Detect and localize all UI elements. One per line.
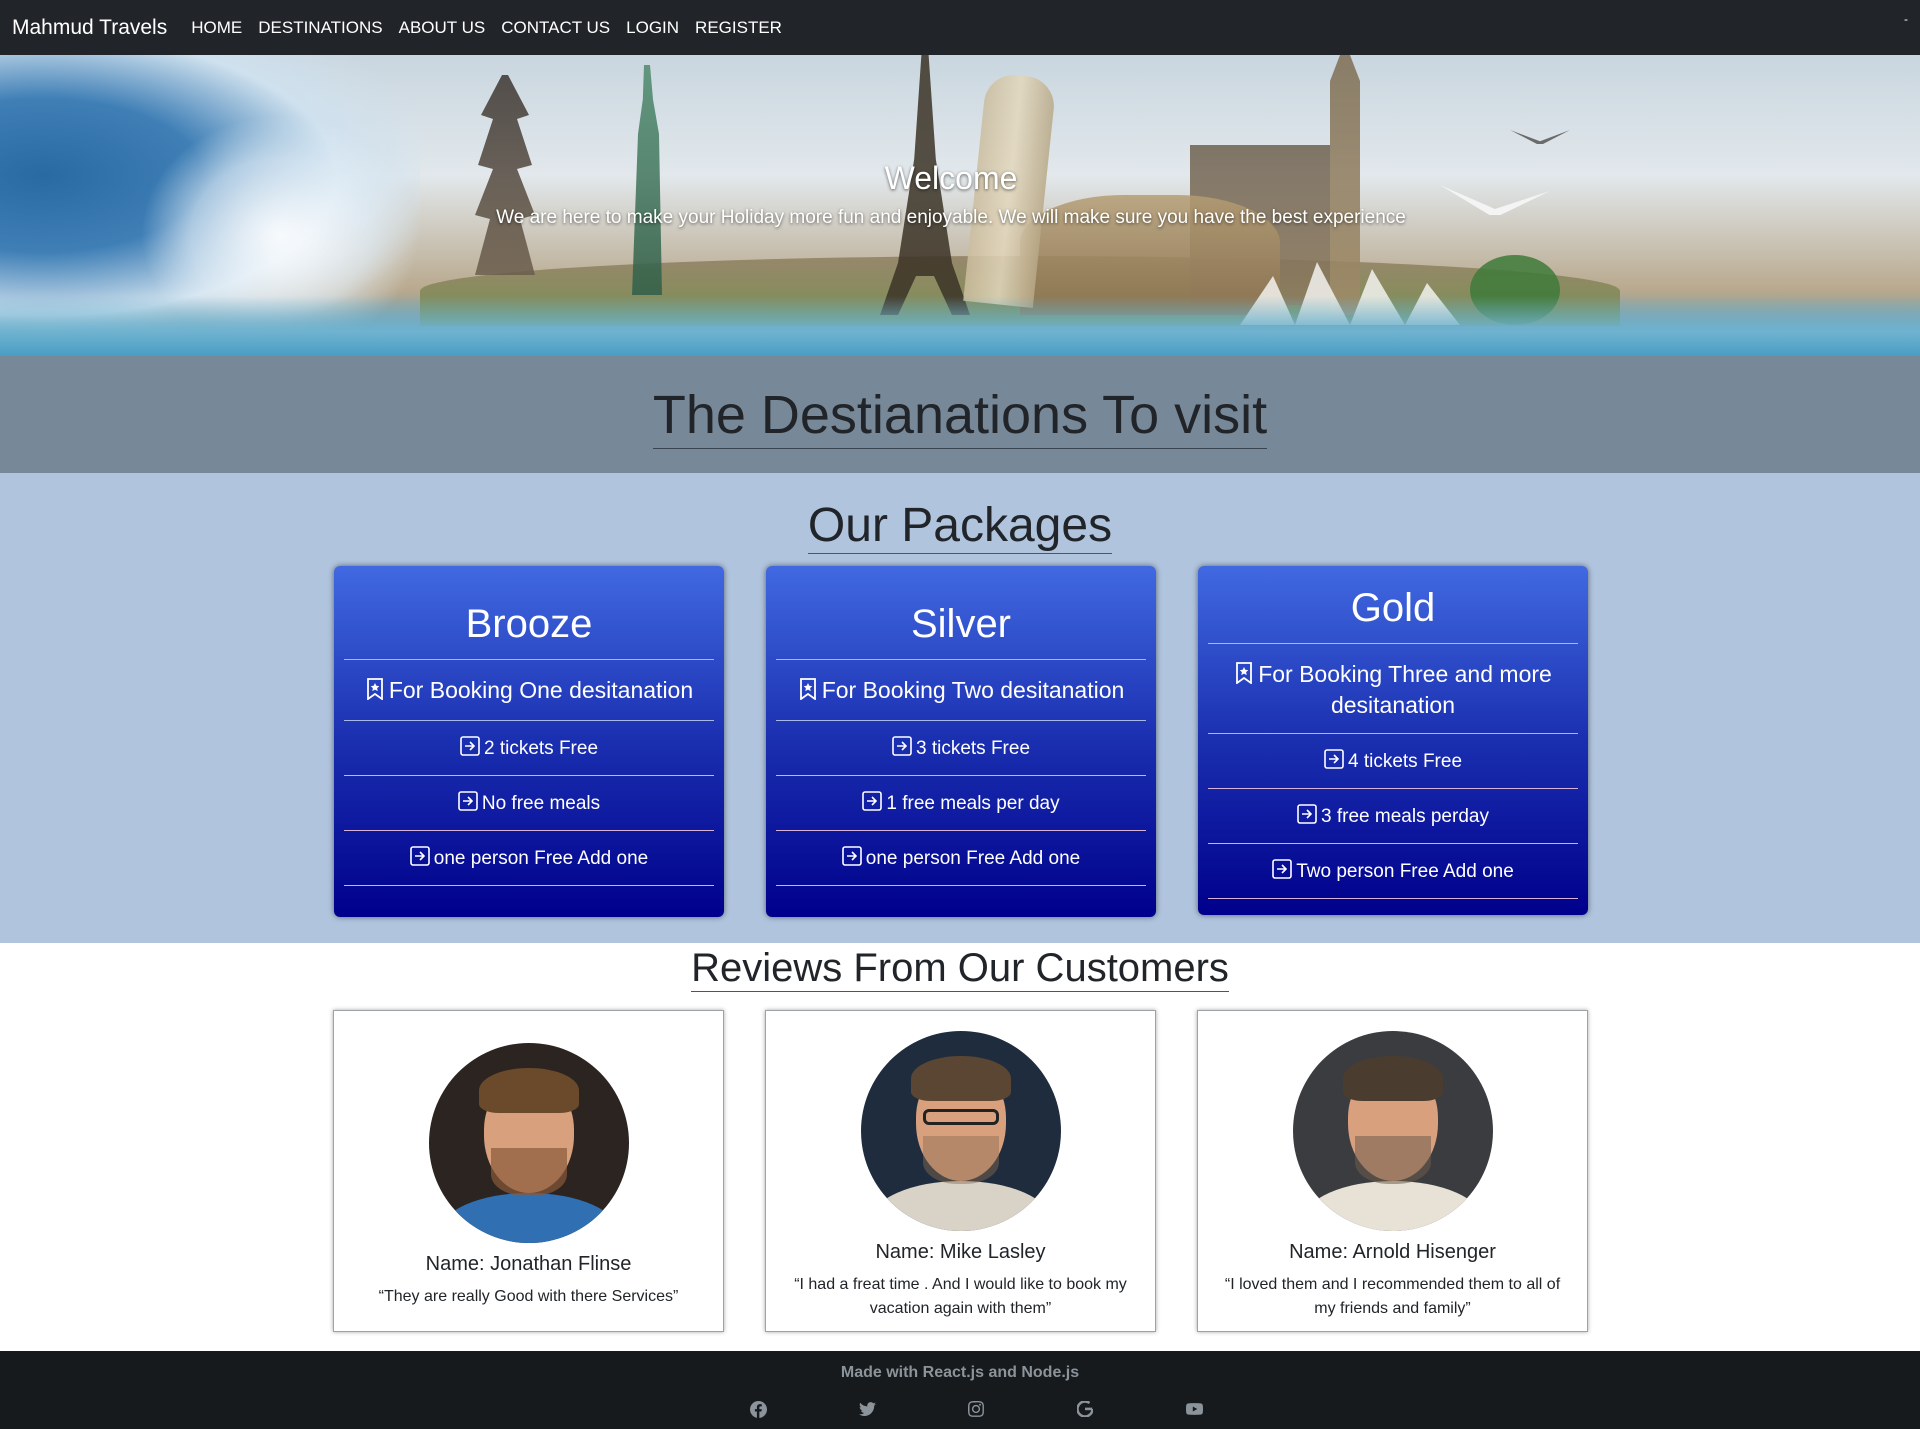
hero-text: Welcome We are here to make your Holiday… bbox=[0, 160, 1902, 229]
package-feature-row: 3 free meals perday bbox=[1208, 789, 1578, 844]
package-booking-row: For Booking Two desitanation bbox=[776, 660, 1146, 721]
package-feature-row: 4 tickets Free bbox=[1208, 734, 1578, 789]
packages-title: Our Packages bbox=[807, 499, 1113, 554]
footer-text: Made with React.js and Node.js bbox=[840, 1364, 1080, 1381]
arrow-box-icon bbox=[892, 735, 912, 762]
package-feature-text: 2 tickets Free bbox=[483, 737, 599, 759]
hero-sea-image bbox=[0, 296, 1920, 356]
package-booking-row: For Booking Three and more desitanation bbox=[1208, 644, 1578, 734]
hero-subtitle: We are here to make your Holiday more fu… bbox=[496, 207, 1406, 228]
package-card-silver: Silver For Booking Two desitanation 3 ti… bbox=[766, 566, 1156, 917]
package-feature-text: No free meals bbox=[481, 792, 601, 814]
package-feature-row: 2 tickets Free bbox=[344, 721, 714, 776]
instagram-icon[interactable] bbox=[966, 1399, 986, 1419]
reviews-section: Reviews From Our Customers Name: Jonatha… bbox=[0, 943, 1920, 1351]
nav-about-us[interactable]: ABOUT US bbox=[399, 18, 486, 38]
navbar-corner-mark: - bbox=[1904, 12, 1908, 26]
review-quote: “I had a freat time . And I would like t… bbox=[794, 1276, 1127, 1317]
package-feature-text: one person Free Add one bbox=[433, 847, 649, 869]
package-card-brooze: Brooze For Booking One desitanation 2 ti… bbox=[334, 566, 724, 917]
package-feature-text: 1 free meals per day bbox=[886, 792, 1060, 814]
arrow-box-icon bbox=[1272, 858, 1293, 885]
arrow-box-icon bbox=[458, 790, 478, 817]
package-feature-text: Two person Free Add one bbox=[1296, 860, 1514, 882]
navbar: Mahmud Travels HOME DESTINATIONS ABOUT U… bbox=[0, 0, 1920, 55]
footer: Made with React.js and Node.js bbox=[0, 1351, 1920, 1429]
review-card: Name: Mike Lasley “I had a freat time . … bbox=[765, 1010, 1156, 1332]
distant-bird-image bbox=[1510, 130, 1570, 144]
avatar bbox=[1293, 1031, 1493, 1231]
reviewer-name: Name: Arnold Hisenger bbox=[1289, 1241, 1496, 1263]
reviews-title: Reviews From Our Customers bbox=[691, 946, 1229, 992]
avatar bbox=[861, 1031, 1061, 1231]
package-booking-row: For Booking One desitanation bbox=[344, 660, 714, 721]
package-feature-row: Two person Free Add one bbox=[1208, 844, 1578, 899]
arrow-box-icon bbox=[841, 845, 862, 872]
reviewer-name: Name: Jonathan Flinse bbox=[425, 1253, 632, 1275]
facebook-icon[interactable] bbox=[748, 1399, 768, 1419]
twitter-icon[interactable] bbox=[857, 1399, 877, 1419]
destinations-section: The Destianations To visit bbox=[0, 356, 1920, 473]
package-feature-row: 1 free meals per day bbox=[776, 776, 1146, 831]
package-feature-row: 3 tickets Free bbox=[776, 721, 1146, 776]
package-booking-text: For Booking Two desitanation bbox=[821, 677, 1125, 703]
package-card-gold: Gold For Booking Three and more desitana… bbox=[1198, 566, 1588, 915]
arrow-box-icon bbox=[409, 845, 430, 872]
package-feature-text: 3 tickets Free bbox=[915, 737, 1031, 759]
package-feature-text: 3 free meals perday bbox=[1321, 805, 1489, 827]
nav-contact-us[interactable]: CONTACT US bbox=[501, 18, 610, 38]
destinations-title: The Destianations To visit bbox=[652, 384, 1268, 450]
package-feature-row: one person Free Add one bbox=[776, 831, 1146, 886]
review-quote: “They are really Good with there Service… bbox=[378, 1288, 679, 1305]
review-quote: “I loved them and I recommended them to … bbox=[1224, 1276, 1561, 1317]
brand-link[interactable]: Mahmud Travels bbox=[12, 16, 167, 40]
google-icon[interactable] bbox=[1075, 1399, 1095, 1419]
youtube-icon[interactable] bbox=[1184, 1399, 1204, 1419]
package-feature-row: No free meals bbox=[344, 776, 714, 831]
avatar bbox=[429, 1043, 629, 1243]
package-feature-text: one person Free Add one bbox=[865, 847, 1081, 869]
package-name: Gold bbox=[1208, 566, 1578, 644]
arrow-box-icon bbox=[1324, 748, 1344, 775]
hero-banner: Welcome We are here to make your Holiday… bbox=[0, 55, 1920, 356]
arrow-box-icon bbox=[1297, 803, 1317, 830]
package-name: Silver bbox=[776, 566, 1146, 660]
nav-destinations[interactable]: DESTINATIONS bbox=[258, 18, 382, 38]
arrow-box-icon bbox=[460, 735, 480, 762]
arrow-box-icon bbox=[862, 790, 883, 817]
nav-login[interactable]: LOGIN bbox=[626, 18, 679, 38]
nav-register[interactable]: REGISTER bbox=[695, 18, 782, 38]
package-name: Brooze bbox=[344, 566, 714, 660]
nav-home[interactable]: HOME bbox=[191, 18, 242, 38]
packages-section: Our Packages Brooze For Booking One desi… bbox=[0, 473, 1920, 943]
bookmark-star-icon bbox=[365, 678, 385, 707]
review-card: Name: Arnold Hisenger “I loved them and … bbox=[1197, 1010, 1588, 1332]
package-booking-text: For Booking Three and more desitanation bbox=[1258, 661, 1552, 718]
package-booking-text: For Booking One desitanation bbox=[388, 677, 694, 703]
package-feature-row: one person Free Add one bbox=[344, 831, 714, 886]
review-card: Name: Jonathan Flinse “They are really G… bbox=[333, 1010, 724, 1332]
package-feature-text: 4 tickets Free bbox=[1347, 750, 1463, 772]
reviewer-name: Name: Mike Lasley bbox=[875, 1241, 1046, 1263]
hero-title: Welcome bbox=[884, 160, 1018, 196]
bookmark-star-icon bbox=[798, 678, 818, 707]
bookmark-star-icon bbox=[1234, 662, 1254, 691]
